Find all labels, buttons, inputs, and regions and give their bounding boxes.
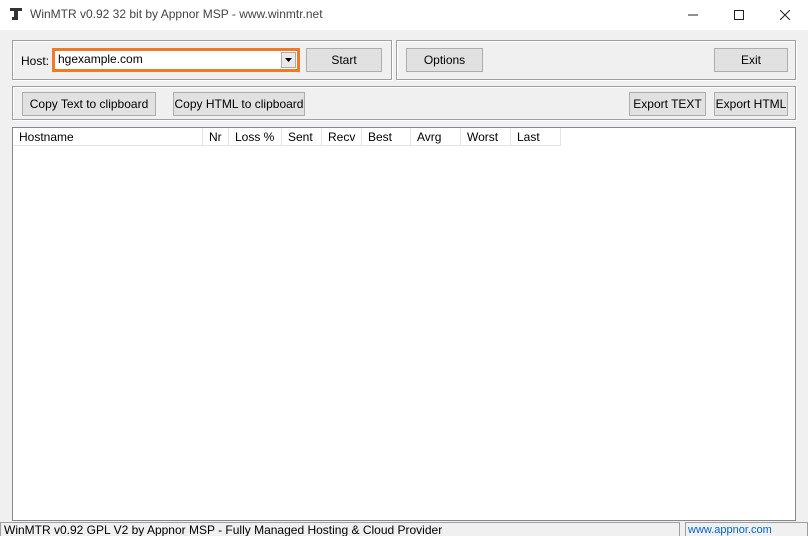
column-recv[interactable]: Recv [322,128,362,146]
appnor-link[interactable]: www.appnor.com [685,522,808,536]
host-group: Host: hgexample.com Start [12,40,392,80]
column-sent[interactable]: Sent [282,128,322,146]
window-title: WinMTR v0.92 32 bit by Appnor MSP - www.… [30,7,323,21]
export-html-button[interactable]: Export HTML [714,92,788,116]
minimize-icon [688,14,698,16]
start-button[interactable]: Start [306,48,382,72]
minimize-button[interactable] [670,0,716,30]
status-text: WinMTR v0.92 GPL V2 by Appnor MSP - Full… [0,522,680,536]
close-icon [780,10,790,20]
close-button[interactable] [762,0,808,30]
status-bar: WinMTR v0.92 GPL V2 by Appnor MSP - Full… [0,522,808,536]
results-table[interactable]: Hostname Nr Loss % Sent Recv Best Avrg W… [12,127,796,521]
column-nr[interactable]: Nr [203,128,229,146]
chevron-down-icon [285,58,292,62]
options-button[interactable]: Options [406,48,483,72]
main-dialog: Host: hgexample.com Start Options Exit C… [0,30,808,536]
column-best[interactable]: Best [362,128,411,146]
table-header: Hostname Nr Loss % Sent Recv Best Avrg W… [13,128,795,146]
copy-html-button[interactable]: Copy HTML to clipboard [173,92,305,116]
export-text-button[interactable]: Export TEXT [629,92,706,116]
column-last[interactable]: Last [511,128,561,146]
maximize-icon [734,10,744,20]
host-combobox[interactable]: hgexample.com [52,48,300,72]
dropdown-arrow[interactable] [281,52,296,68]
column-hostname[interactable]: Hostname [13,128,203,146]
app-icon [10,8,22,20]
exit-button[interactable]: Exit [714,48,788,72]
host-value[interactable]: hgexample.com [58,52,143,66]
copy-text-button[interactable]: Copy Text to clipboard [22,92,156,116]
title-bar[interactable]: WinMTR v0.92 32 bit by Appnor MSP - www.… [0,0,808,30]
column-loss[interactable]: Loss % [229,128,282,146]
maximize-button[interactable] [716,0,762,30]
host-label: Host: [21,54,50,68]
column-worst[interactable]: Worst [461,128,511,146]
column-avrg[interactable]: Avrg [411,128,461,146]
options-group: Options Exit [396,40,796,80]
export-group: Copy Text to clipboard Copy HTML to clip… [12,86,796,120]
